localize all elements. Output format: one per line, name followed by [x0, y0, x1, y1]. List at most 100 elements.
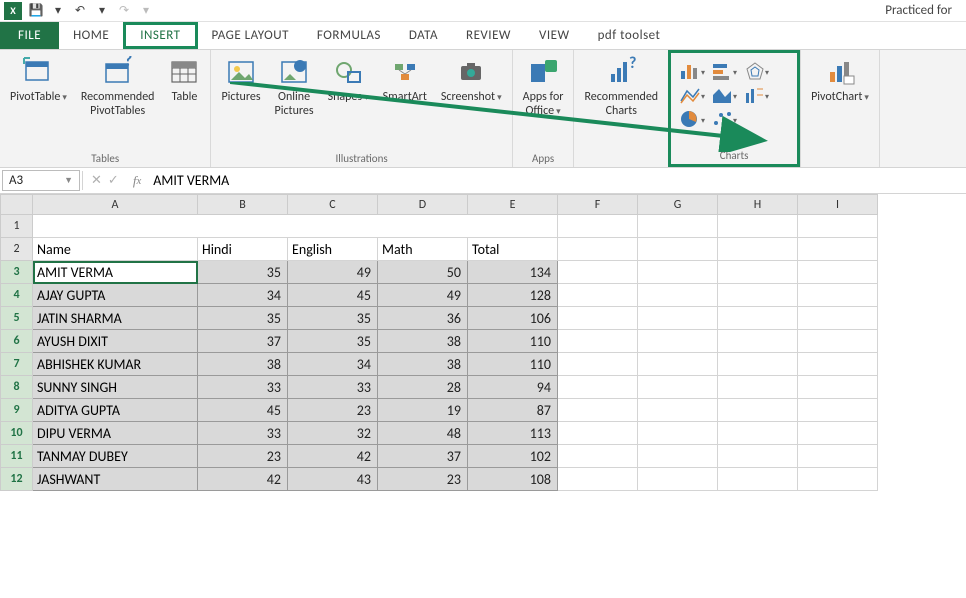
cell-english[interactable]: 34 — [288, 353, 378, 376]
cell-math[interactable]: 36 — [378, 307, 468, 330]
cell-hindi[interactable]: 33 — [198, 376, 288, 399]
cell-name[interactable]: JATIN SHARMA — [33, 307, 198, 330]
cell[interactable] — [638, 307, 718, 330]
cell-name[interactable]: DIPU VERMA — [33, 422, 198, 445]
cell[interactable] — [558, 376, 638, 399]
cell[interactable] — [718, 284, 798, 307]
cell-english[interactable]: 42 — [288, 445, 378, 468]
row-header-8[interactable]: 8 — [1, 376, 33, 399]
cell[interactable] — [558, 422, 638, 445]
apps-for-office-button[interactable]: Apps for Office — [521, 54, 566, 121]
cell[interactable] — [718, 445, 798, 468]
cell[interactable] — [558, 399, 638, 422]
cell-total[interactable]: 102 — [468, 445, 558, 468]
row-header-2[interactable]: 2 — [1, 238, 33, 261]
cell[interactable] — [558, 215, 638, 238]
cell-total[interactable]: 113 — [468, 422, 558, 445]
cell[interactable] — [638, 468, 718, 491]
cell-math[interactable]: 23 — [378, 468, 468, 491]
header-cell[interactable]: Math — [378, 238, 468, 261]
col-header-H[interactable]: H — [718, 195, 798, 215]
pie-chart-icon[interactable]: ▾ — [679, 109, 705, 129]
pivotchart-button[interactable]: PivotChart — [809, 54, 871, 107]
cell[interactable] — [558, 307, 638, 330]
name-box[interactable]: A3▼ — [2, 170, 80, 191]
cell-english[interactable]: 49 — [288, 261, 378, 284]
cell-total[interactable]: 94 — [468, 376, 558, 399]
bar-chart-icon[interactable]: ▾ — [711, 61, 737, 81]
cell[interactable] — [798, 353, 878, 376]
cell[interactable] — [798, 261, 878, 284]
row-header-6[interactable]: 6 — [1, 330, 33, 353]
recommended-pivottables-button[interactable]: ? Recommended PivotTables — [79, 54, 157, 120]
cell[interactable] — [718, 238, 798, 261]
cell-name[interactable]: AYUSH DIXIT — [33, 330, 198, 353]
cell[interactable] — [718, 376, 798, 399]
cell[interactable] — [718, 307, 798, 330]
row-header-11[interactable]: 11 — [1, 445, 33, 468]
cell[interactable] — [798, 215, 878, 238]
cell-hindi[interactable]: 45 — [198, 399, 288, 422]
cell-math[interactable]: 48 — [378, 422, 468, 445]
fx-icon[interactable]: fx — [127, 168, 147, 193]
worksheet-grid[interactable]: ABCDEFGHI1Create A Chart2NameHindiEnglis… — [0, 194, 966, 491]
cell[interactable] — [638, 261, 718, 284]
redo-drop-icon[interactable]: ▾ — [138, 3, 154, 19]
cell[interactable] — [638, 330, 718, 353]
cell[interactable] — [638, 422, 718, 445]
cell-name[interactable]: JASHWANT — [33, 468, 198, 491]
col-header-D[interactable]: D — [378, 195, 468, 215]
cell[interactable] — [798, 284, 878, 307]
stock-chart-icon[interactable]: ▾ — [743, 85, 769, 105]
cell-math[interactable]: 38 — [378, 330, 468, 353]
cell[interactable] — [798, 445, 878, 468]
cell-total[interactable]: 106 — [468, 307, 558, 330]
cell-name[interactable]: SUNNY SINGH — [33, 376, 198, 399]
tab-data[interactable]: DATA — [395, 22, 452, 49]
row-header-9[interactable]: 9 — [1, 399, 33, 422]
row-header-3[interactable]: 3 — [1, 261, 33, 284]
row-header-4[interactable]: 4 — [1, 284, 33, 307]
cell[interactable] — [638, 238, 718, 261]
header-cell[interactable]: Name — [33, 238, 198, 261]
col-header-A[interactable]: A — [33, 195, 198, 215]
tab-file[interactable]: FILE — [0, 22, 59, 49]
cell-english[interactable]: 45 — [288, 284, 378, 307]
cell[interactable] — [638, 284, 718, 307]
cell-math[interactable]: 37 — [378, 445, 468, 468]
save-icon[interactable]: 💾 — [28, 3, 44, 19]
cell-hindi[interactable]: 42 — [198, 468, 288, 491]
cell-name[interactable]: AJAY GUPTA — [33, 284, 198, 307]
cell-math[interactable]: 19 — [378, 399, 468, 422]
cell-name[interactable]: ABHISHEK KUMAR — [33, 353, 198, 376]
row-header-1[interactable]: 1 — [1, 215, 33, 238]
smartart-button[interactable]: SmartArt — [381, 54, 429, 106]
cell[interactable] — [558, 330, 638, 353]
cell[interactable] — [558, 284, 638, 307]
screenshot-button[interactable]: Screenshot — [439, 54, 504, 107]
tab-insert[interactable]: INSERT — [123, 22, 197, 49]
pivottable-button[interactable]: PivotTable — [8, 54, 69, 107]
enter-icon[interactable]: ✓ — [108, 173, 119, 188]
radar-chart-icon[interactable]: ▾ — [743, 61, 769, 81]
cell-english[interactable]: 43 — [288, 468, 378, 491]
cell[interactable] — [798, 422, 878, 445]
table-button[interactable]: Table — [166, 54, 202, 106]
col-header-E[interactable]: E — [468, 195, 558, 215]
cell-hindi[interactable]: 23 — [198, 445, 288, 468]
cell[interactable] — [558, 353, 638, 376]
row-header-10[interactable]: 10 — [1, 422, 33, 445]
scatter-chart-icon[interactable]: ▾ — [711, 109, 737, 129]
cell-hindi[interactable]: 35 — [198, 261, 288, 284]
cell-name[interactable]: ADITYA GUPTA — [33, 399, 198, 422]
tab-review[interactable]: REVIEW — [452, 22, 525, 49]
online-pictures-button[interactable]: Online Pictures — [273, 54, 316, 120]
col-header-I[interactable]: I — [798, 195, 878, 215]
cell[interactable] — [558, 238, 638, 261]
cell-name[interactable]: AMIT VERMA — [33, 261, 198, 284]
cell-hindi[interactable]: 38 — [198, 353, 288, 376]
header-cell[interactable]: English — [288, 238, 378, 261]
cell[interactable] — [558, 261, 638, 284]
col-header-C[interactable]: C — [288, 195, 378, 215]
cell[interactable] — [638, 399, 718, 422]
